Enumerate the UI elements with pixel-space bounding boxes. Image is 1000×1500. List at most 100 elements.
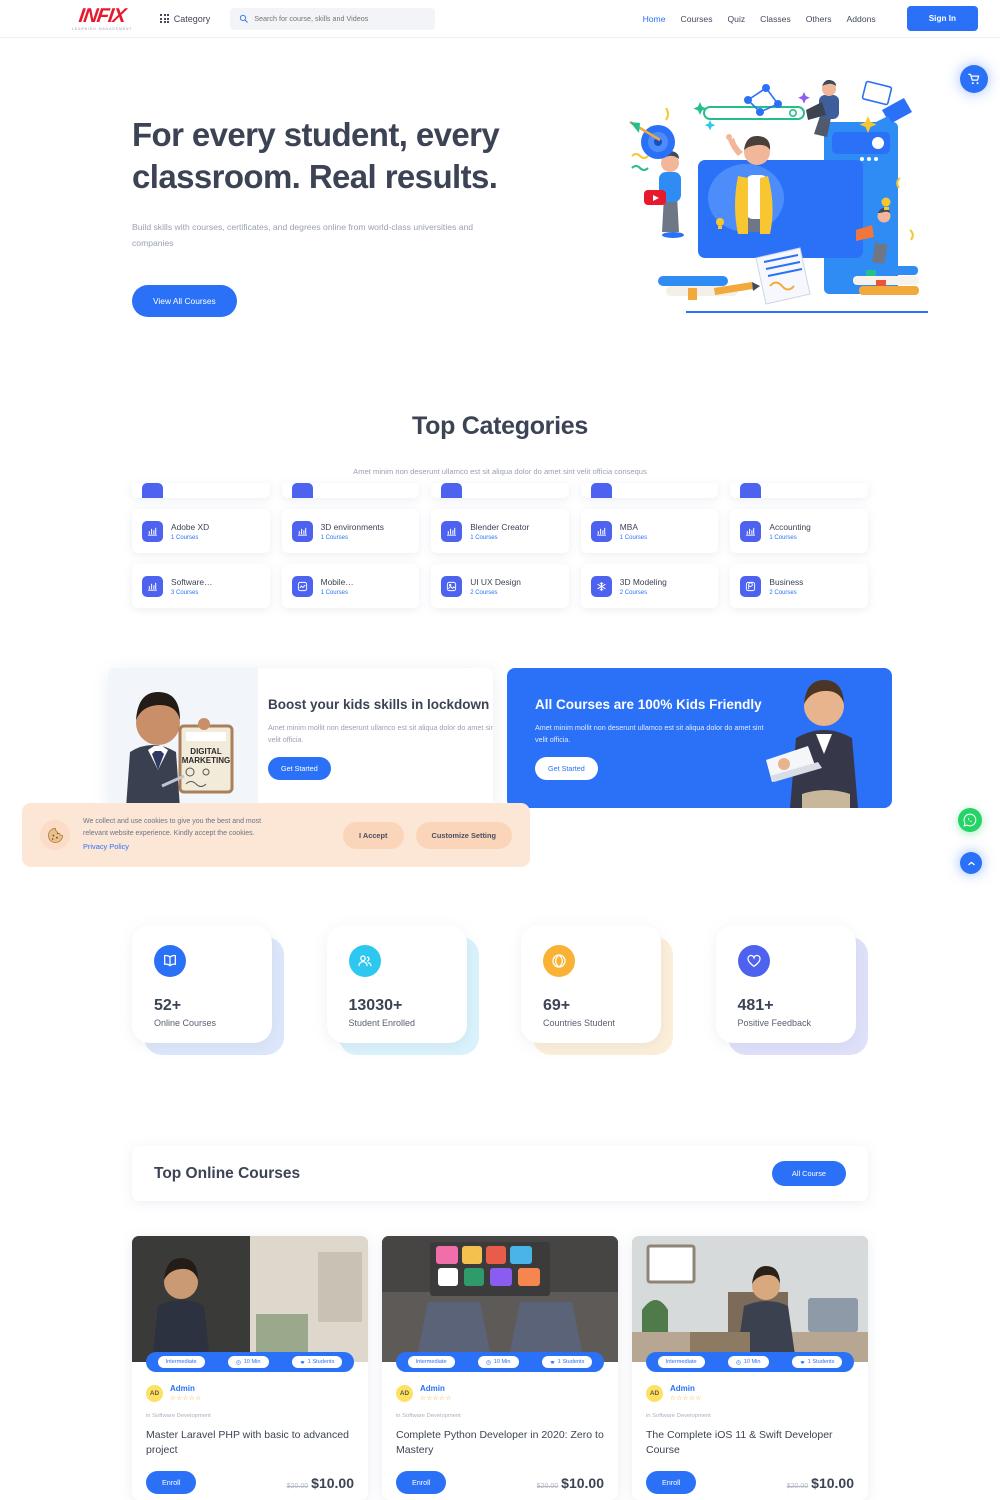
category-card-mobile[interactable]: Mobile… 1 Courses — [281, 564, 420, 608]
stat-number: 52+ — [154, 997, 182, 1014]
course-title[interactable]: Master Laravel PHP with basic to advance… — [146, 1428, 354, 1458]
signin-button[interactable]: Sign In — [906, 6, 978, 31]
category-card-mba[interactable]: MBA 1 Courses — [580, 509, 719, 553]
category-name: Blender Creator — [470, 521, 530, 532]
category-count: 1 Courses — [320, 534, 348, 541]
cart-button[interactable] — [960, 65, 988, 93]
bar-chart-icon — [740, 520, 762, 542]
avatar: AD — [646, 1384, 663, 1402]
category-card-3d-environments[interactable]: 3D environments 1 Courses — [281, 509, 420, 553]
nav-item-others[interactable]: Others — [806, 14, 832, 24]
hero-subtitle: Build skills with courses, certificates,… — [132, 222, 474, 249]
promo-get-started-button[interactable]: Get Started — [535, 756, 598, 780]
enroll-button[interactable]: Enroll — [646, 1471, 697, 1494]
promo-get-started-button[interactable]: Get Started — [268, 756, 331, 780]
category-card-software[interactable]: Software… 3 Courses — [132, 564, 270, 608]
hero-illustration — [628, 79, 958, 320]
category-name: MBA — [619, 521, 638, 532]
nav-item-courses[interactable]: Courses — [681, 14, 713, 24]
enroll-button[interactable]: Enroll — [396, 1471, 447, 1494]
badge-students: 1 Students — [791, 1356, 843, 1368]
author-name[interactable]: Admin — [170, 1384, 202, 1393]
stat-card-positive-feedback: 481+ Positive Feedback — [715, 925, 869, 1057]
stats-grid: 52+ Online Courses 13030+ Student Enroll… — [132, 925, 868, 1057]
course-grid: Intermediate 10 Min 1 Students AD Admin … — [132, 1236, 868, 1500]
category-card[interactable] — [431, 483, 569, 498]
author-name[interactable]: Admin — [420, 1384, 452, 1393]
nav-item-home[interactable]: Home — [643, 14, 666, 24]
bar-chart-icon — [291, 483, 313, 498]
author-name[interactable]: Admin — [670, 1384, 702, 1393]
view-all-courses-button[interactable]: View All Courses — [132, 285, 237, 318]
clock-icon — [486, 1359, 491, 1365]
badge-students: 1 Students — [541, 1356, 593, 1368]
rating-stars: ☆☆☆☆☆ — [170, 1395, 202, 1402]
bar-chart-icon — [590, 520, 612, 542]
badge-level: Intermediate — [407, 1356, 455, 1368]
badge-students-label: 1 Students — [557, 1359, 585, 1365]
category-count: 1 Courses — [619, 534, 648, 541]
scroll-to-top-button[interactable] — [960, 852, 982, 874]
graduation-cap-icon — [549, 1360, 555, 1364]
category-card-adobe-xd[interactable]: Adobe XD 1 Courses — [132, 509, 270, 553]
category-card[interactable] — [580, 483, 719, 498]
graduation-cap-icon — [299, 1360, 305, 1364]
whatsapp-button[interactable] — [958, 808, 982, 832]
category-name: UI UX Design — [470, 576, 521, 587]
promo-photo-man-with-laptop — [766, 680, 858, 808]
course-category-name[interactable]: Software Development — [402, 1413, 461, 1419]
all-course-button[interactable]: All Course — [771, 1161, 846, 1186]
search-icon — [240, 14, 248, 23]
stat-card: 69+ Countries Student — [521, 925, 661, 1043]
course-card[interactable]: Intermediate 10 Min 1 Students AD Admin … — [382, 1236, 618, 1500]
category-menu-button[interactable]: Category — [160, 14, 210, 24]
course-price: $20.00 $10.00 — [787, 1475, 854, 1491]
cookie-accept-button[interactable]: I Accept — [343, 821, 404, 849]
promo-text: Amet minim mollit non deserunt ullamco e… — [535, 722, 764, 744]
enroll-button[interactable]: Enroll — [146, 1471, 197, 1494]
category-grid: Adobe XD 1 Courses 3D environments 1 Cou… — [132, 483, 868, 608]
badge-level: Intermediate — [657, 1356, 705, 1368]
course-card[interactable]: Intermediate 10 Min 1 Students AD Admin … — [132, 1236, 368, 1500]
category-card-accounting[interactable]: Accounting 1 Courses — [730, 509, 868, 553]
promo-content: All Courses are 100% Kids Friendly Amet … — [535, 696, 770, 780]
stat-card: 52+ Online Courses — [132, 925, 272, 1043]
categories-header: Top Categories Amet minim non deserunt u… — [0, 412, 1000, 476]
logo[interactable]: INFIX LEARNING MANAGEMENT — [72, 5, 132, 32]
price-new: $10.00 — [811, 1474, 854, 1491]
category-card-ui-ux-design[interactable]: UI UX Design 2 Courses — [431, 564, 569, 608]
cart-icon — [968, 73, 980, 85]
course-category-name[interactable]: Software Development — [652, 1413, 711, 1419]
badge-duration: 10 Min — [227, 1356, 269, 1368]
users-icon — [348, 945, 381, 977]
privacy-policy-link[interactable]: Privacy Policy — [83, 841, 283, 854]
course-card[interactable]: Intermediate 10 Min 1 Students AD Admin … — [632, 1236, 868, 1500]
course-body: AD Admin ☆☆☆☆☆ in Software Development T… — [632, 1362, 868, 1458]
nav-item-addons[interactable]: Addons — [847, 14, 876, 24]
cookie-customize-button[interactable]: Customize Setting — [415, 821, 512, 849]
category-card[interactable] — [132, 483, 270, 498]
cookie-icon — [40, 820, 70, 850]
search-box[interactable] — [230, 7, 436, 30]
price-new: $10.00 — [561, 1474, 604, 1491]
category-card-business[interactable]: Business 2 Courses — [730, 564, 868, 608]
stat-label: Positive Feedback — [737, 1018, 812, 1028]
course-photo — [632, 1236, 868, 1362]
course-title[interactable]: The Complete iOS 11 & Swift Developer Co… — [646, 1428, 854, 1458]
bar-chart-icon — [291, 520, 313, 542]
nav-item-classes[interactable]: Classes — [760, 14, 791, 24]
course-category: in Software Development — [396, 1413, 604, 1419]
category-card-blender-creator[interactable]: Blender Creator 1 Courses — [431, 509, 569, 553]
course-title[interactable]: Complete Python Developer in 2020: Zero … — [396, 1428, 604, 1458]
cookie-actions: I Accept Customize Setting — [343, 821, 512, 849]
category-card[interactable] — [281, 483, 420, 498]
category-card-3d-modeling[interactable]: 3D Modeling 2 Courses — [580, 564, 719, 608]
category-card[interactable] — [730, 483, 868, 498]
bar-chart-icon — [441, 483, 463, 498]
search-input[interactable] — [254, 14, 427, 23]
course-category-name[interactable]: Software Development — [152, 1413, 211, 1419]
nav-item-quiz[interactable]: Quiz — [728, 14, 746, 24]
category-name: Business — [769, 576, 804, 587]
course-thumbnail: Intermediate 10 Min 1 Students — [632, 1236, 868, 1372]
snowflake-icon — [590, 575, 612, 597]
